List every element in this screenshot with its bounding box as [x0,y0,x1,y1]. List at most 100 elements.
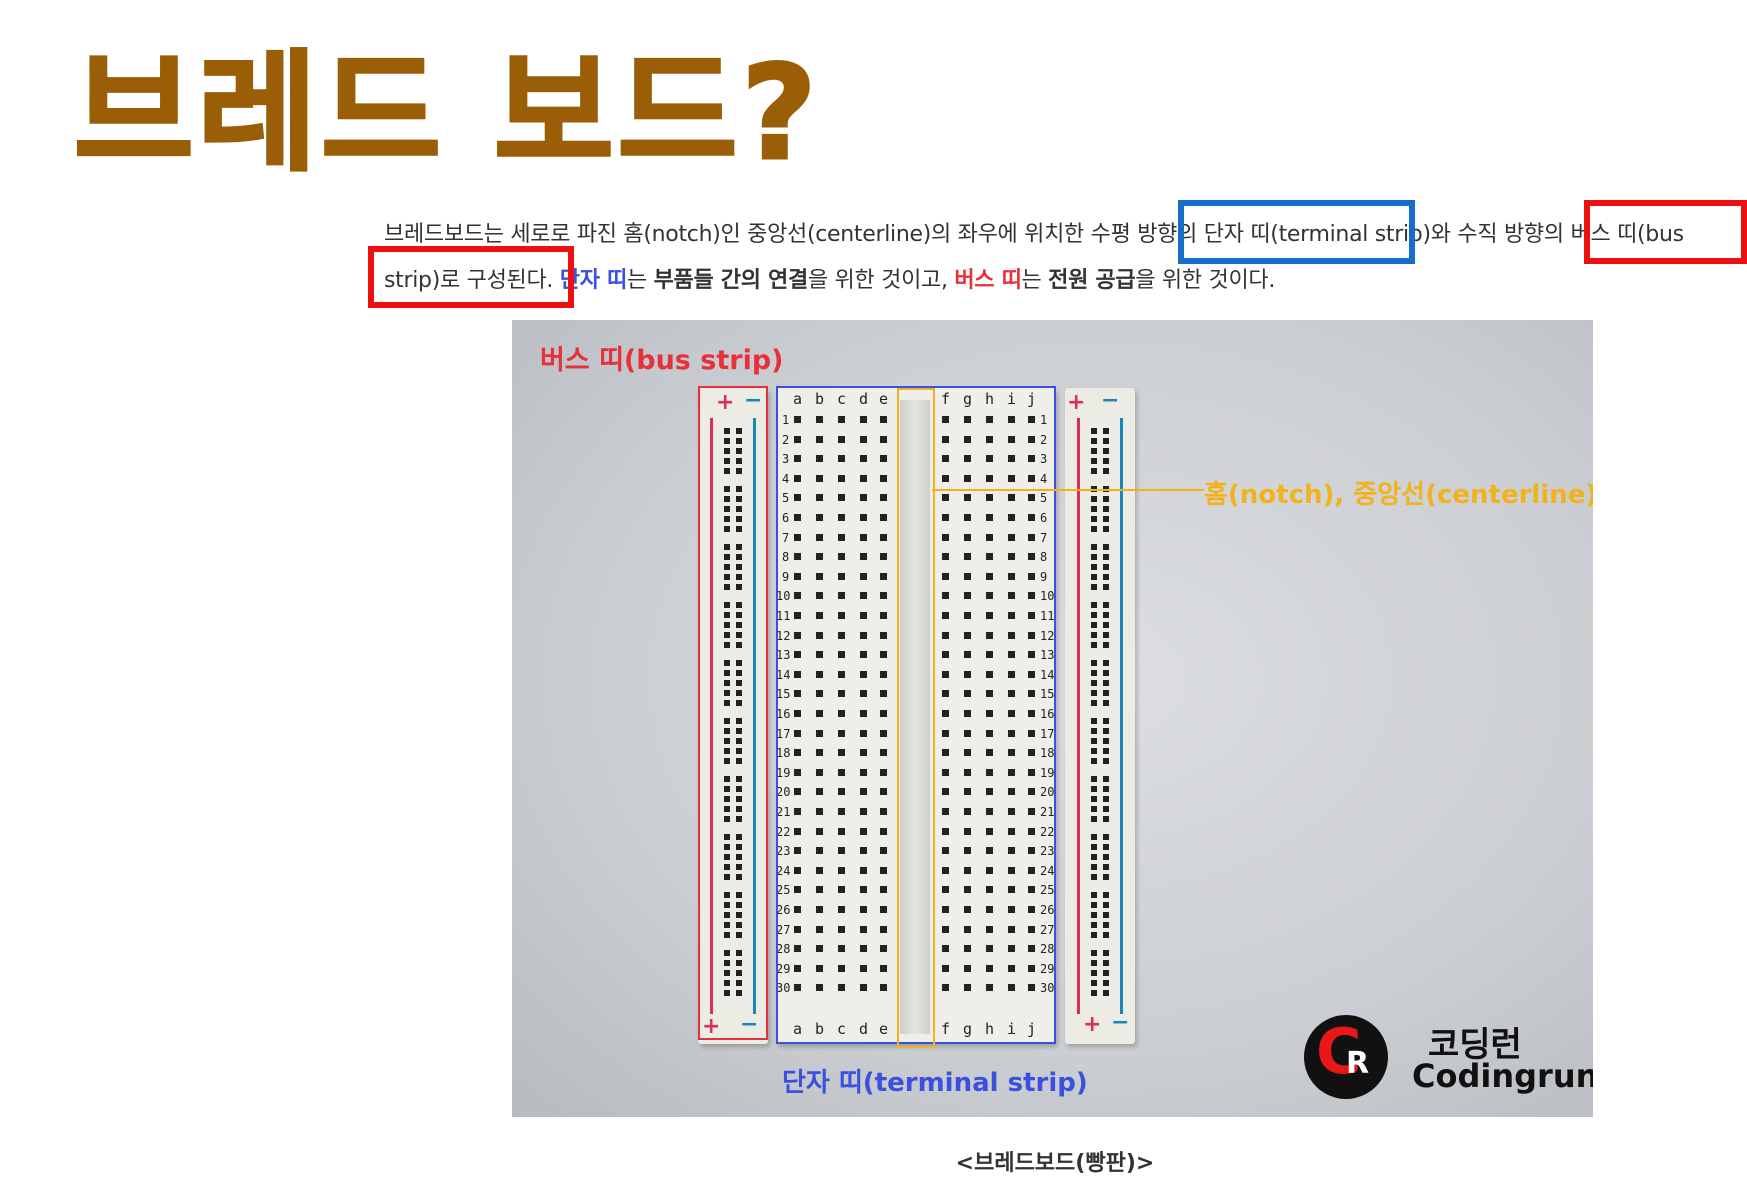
rail-hole [1091,448,1097,454]
rail-hole [1103,438,1109,444]
rail-hole [1091,642,1097,648]
rail-hole [1091,854,1097,860]
rail-hole [1091,980,1097,986]
rail-hole [1103,738,1109,744]
rail-hole [1103,670,1109,676]
rail-hole [1103,554,1109,560]
rail-hole [1103,660,1109,666]
rail-hole [1091,960,1097,966]
rail-hole [1103,932,1109,938]
rail-hole [1091,806,1097,812]
rail-hole [1103,718,1109,724]
rail-hole [1091,990,1097,996]
plus-symbol: + [1083,1012,1102,1037]
minus-symbol: − [1111,1010,1130,1035]
rail-hole [1091,844,1097,850]
rail-hole [1103,912,1109,918]
rail-hole [1103,496,1109,502]
rail-hole [1091,516,1097,522]
rail-hole [1103,864,1109,870]
para-text: 을 위한 것이다. [1135,268,1276,293]
rail-hole [1103,874,1109,880]
rail-hole [1091,786,1097,792]
rail-hole [1091,970,1097,976]
rail-hole [1091,612,1097,618]
para-vertical: 수직 방향의 [1457,222,1564,247]
breadboard-photo: + − + − aabbccddeeffgghhiijj112233445566… [512,320,1593,1117]
notch-box [897,388,935,1048]
logo-letter-r: R [1346,1046,1370,1081]
description-paragraph: 브레드보드는 세로로 파진 홈(notch)인 중앙선(centerline)의… [384,212,1714,304]
rail-hole [1103,622,1109,628]
rail-hole [1103,922,1109,928]
rail-hole [1091,602,1097,608]
bus-strip-label: 버스 띠(bus strip) [540,345,784,376]
rail-hole [1103,816,1109,822]
para-connection-emph: 부품들 간의 연결 [653,268,809,293]
rail-hole [1103,960,1109,966]
page-title: 브레드 보드? [73,37,821,189]
rail-hole [1103,544,1109,550]
terminal-strip-label: 단자 띠(terminal strip) [782,1068,1088,1098]
minus-symbol: − [1101,388,1120,413]
bus-strip-box [698,386,768,1040]
para-text [1564,222,1571,247]
rail-hole [1103,806,1109,812]
notch-label: 홈(notch), 중앙선(centerline) [1204,480,1593,510]
rail-hole [1091,438,1097,444]
highlight-horizontal-terminal [1178,200,1415,264]
rail-hole [1103,584,1109,590]
highlight-bus-strip [368,246,574,308]
rail-hole [1091,864,1097,870]
rail-hole [1103,458,1109,464]
para-power-emph: 전원 공급 [1048,268,1136,293]
rail-hole [1103,612,1109,618]
rail-hole [1103,950,1109,956]
rail-hole [1103,468,1109,474]
logo-english: Codingrun [1412,1057,1593,1095]
rail-hole [1091,428,1097,434]
rail-hole [1091,922,1097,928]
para-bus-strip-emph: 버스 띠 [954,268,1022,293]
rail-hole [1091,874,1097,880]
rail-hole [1091,776,1097,782]
rail-hole [1091,728,1097,734]
rail-hole [1091,564,1097,570]
notch-leader-line [932,489,1204,491]
rail-hole [1103,564,1109,570]
rail-hole [1091,544,1097,550]
plus-symbol: + [1067,390,1086,415]
rail-hole [1103,776,1109,782]
rail-hole [1091,584,1097,590]
rail-hole [1091,816,1097,822]
rail-hole [1091,680,1097,686]
rail-hole [1103,786,1109,792]
rail-hole [1103,526,1109,532]
para-text: 는 [1021,268,1049,293]
rail-hole [1091,834,1097,840]
rail-hole [1103,516,1109,522]
para-text: 브레드보드는 세로로 파진 홈(notch)인 중앙선(centerline)의… [384,222,1091,247]
rail-hole [1091,700,1097,706]
rail-holes [1091,428,1113,1004]
rail-hole [1103,980,1109,986]
rail-hole [1091,496,1097,502]
rail-hole [1091,690,1097,696]
rail-hole [1091,758,1097,764]
rail-hole [1103,902,1109,908]
rail-hole [1103,844,1109,850]
rail-hole [1091,718,1097,724]
rail-red-line [1077,418,1080,1014]
para-text: 는 [626,268,654,293]
rail-hole [1103,574,1109,580]
rail-blue-line [1120,418,1123,1014]
rail-hole [1091,932,1097,938]
rail-hole [1091,554,1097,560]
rail-hole [1103,602,1109,608]
rail-hole [1103,728,1109,734]
rail-hole [1103,448,1109,454]
rail-hole [1091,796,1097,802]
rail-hole [1091,622,1097,628]
rail-hole [1091,950,1097,956]
rail-hole [1103,970,1109,976]
